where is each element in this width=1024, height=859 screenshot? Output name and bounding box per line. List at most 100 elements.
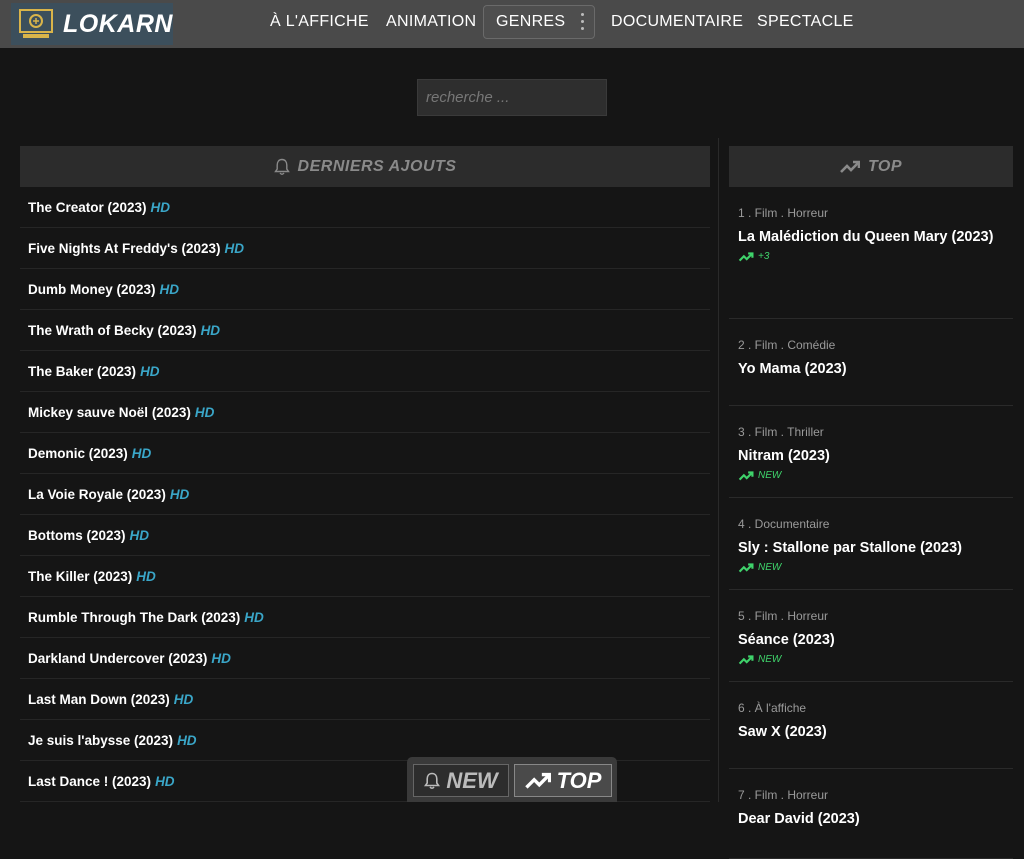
trending-up-icon [738,562,754,572]
nav-animation[interactable]: ANIMATION [386,0,476,44]
site-logo[interactable]: LOKARN [11,3,173,45]
latest-list: The Creator (2023) HD Five Nights At Fredd… [20,187,710,802]
latest-item[interactable]: Bottoms (2023) HD [20,515,710,556]
latest-item[interactable]: Mickey sauve Noël (2023) HD [20,392,710,433]
top-panel: TOP 1 . Film . Horreur La Malédiction du … [729,146,1013,859]
latest-item-title: Je suis l'abysse (2023) [28,732,174,748]
hd-badge: HD [150,199,171,215]
hd-badge: HD [224,240,245,256]
floating-top-label: TOP [556,767,602,793]
latest-item[interactable]: Last Man Down (2023) HD [20,679,710,720]
latest-item[interactable]: La Voie Royale (2023) HD [20,474,710,515]
latest-item[interactable]: Rumble Through The Dark (2023) HD [20,597,710,638]
trend-indicator: +3 [738,251,1013,262]
hd-badge: HD [136,568,156,584]
latest-item-title: Mickey sauve Noël (2023) [28,404,191,420]
trend-label: +3 [758,251,770,262]
latest-item[interactable]: Dumb Money (2023) HD [20,269,710,310]
latest-item-title: The Killer (2023) [28,568,133,584]
top-header: TOP [729,146,1013,187]
top-item[interactable]: 6 . À l'affiche Saw X (2023) [729,682,1013,769]
top-item-title[interactable]: Nitram (2023) [738,448,1013,464]
top-item[interactable]: 3 . Film . Thriller Nitram (2023) NEW [729,406,1013,498]
trending-up-icon [738,654,754,664]
latest-item-title: La Voie Royale (2023) [28,486,166,502]
nav-genres-dropdown[interactable]: GENRES [483,5,595,39]
trend-indicator: NEW [738,562,1013,573]
top-list: 1 . Film . Horreur La Malédiction du Quee… [729,187,1013,859]
latest-item-title: Five Nights At Freddy's (2023) [28,240,221,256]
hd-badge: HD [194,404,215,420]
trending-up-icon [840,160,860,173]
floating-top-button[interactable]: TOP [514,764,612,797]
trend-label: NEW [758,470,782,481]
trending-up-icon [738,470,754,480]
latest-item-title: Last Man Down (2023) [28,691,170,707]
top-item-title[interactable]: Saw X (2023) [738,724,1013,740]
trending-up-icon [524,772,551,789]
trend-indicator: NEW [738,654,1013,665]
top-item-meta: 2 . Film . Comédie [738,338,836,352]
cinema-ticket-icon [19,9,53,38]
bell-icon [424,772,441,789]
latest-item[interactable]: The Baker (2023) HD [20,351,710,392]
column-divider [718,138,719,802]
trend-label: NEW [758,562,782,573]
floating-nav: NEW TOP [407,757,617,802]
top-item[interactable]: 5 . Film . Horreur Séance (2023) NEW [729,590,1013,682]
floating-new-label: NEW [446,767,498,793]
bell-icon [273,158,290,175]
top-title: TOP [867,157,903,175]
search-input[interactable] [417,79,607,116]
top-item-meta: 3 . Film . Thriller [738,425,824,439]
floating-new-button[interactable]: NEW [413,764,509,797]
top-item-meta: 4 . Documentaire [738,517,830,531]
trend-label: NEW [758,654,782,665]
top-item-meta: 7 . Film . Horreur [738,788,829,802]
hd-badge: HD [131,445,152,461]
top-item[interactable]: 7 . Film . Horreur Dear David (2023) [729,769,1013,859]
trend-indicator: NEW [738,470,1013,481]
latest-title: DERNIERS AJOUTS [297,157,457,175]
top-item[interactable]: 2 . Film . Comédie Yo Mama (2023) [729,319,1013,406]
hd-badge: HD [155,773,175,789]
hd-badge: HD [211,650,231,666]
hd-badge: HD [200,322,221,338]
latest-panel: DERNIERS AJOUTS The Creator (2023) HD Five… [20,146,710,802]
latest-item[interactable]: Demonic (2023) HD [20,433,710,474]
nav-spectacle[interactable]: SPECTACLE [757,0,854,44]
latest-item[interactable]: The Wrath of Becky (2023) HD [20,310,710,351]
hd-badge: HD [129,527,150,543]
top-item-title[interactable]: La Malédiction du Queen Mary (2023) [738,229,1013,245]
latest-item-title: The Wrath of Becky (2023) [28,322,197,338]
latest-item-title: Darkland Undercover (2023) [28,650,208,666]
top-item-meta: 1 . Film . Horreur [738,206,829,220]
top-item[interactable]: 4 . Documentaire Sly : Stallone par Stall… [729,498,1013,590]
top-item-meta: 5 . Film . Horreur [738,609,829,623]
top-item-title[interactable]: Séance (2023) [738,632,1013,648]
top-item-title[interactable]: Yo Mama (2023) [738,361,1013,377]
top-item[interactable]: 1 . Film . Horreur La Malédiction du Quee… [729,187,1013,319]
top-navbar: LOKARN À L'AFFICHE ANIMATION GENRES DOCU… [0,0,1024,48]
nav-a-l-affiche[interactable]: À L'AFFICHE [270,0,369,44]
hd-badge: HD [169,486,190,502]
latest-item[interactable]: Je suis l'abysse (2023) HD [20,720,710,761]
latest-item-title: Demonic (2023) [28,445,128,461]
nav-genres-label: GENRES [496,13,566,30]
latest-header: DERNIERS AJOUTS [20,146,710,187]
hd-badge: HD [173,691,194,707]
latest-item-title: Last Dance ! (2023) [28,773,152,789]
hd-badge: HD [140,363,160,379]
latest-item-title: Bottoms (2023) [28,527,126,543]
latest-item[interactable]: Darkland Undercover (2023) HD [20,638,710,679]
top-item-title[interactable]: Dear David (2023) [738,811,1013,827]
latest-item-title: The Baker (2023) [28,363,137,379]
latest-item[interactable]: The Creator (2023) HD [20,187,710,228]
latest-item[interactable]: The Killer (2023) HD [20,556,710,597]
hd-badge: HD [177,732,197,748]
top-item-meta: 6 . À l'affiche [738,701,807,715]
site-name: LOKARN [63,9,173,38]
latest-item[interactable]: Five Nights At Freddy's (2023) HD [20,228,710,269]
nav-documentaire[interactable]: DOCUMENTAIRE [611,0,743,44]
top-item-title[interactable]: Sly : Stallone par Stallone (2023) [738,540,1013,556]
